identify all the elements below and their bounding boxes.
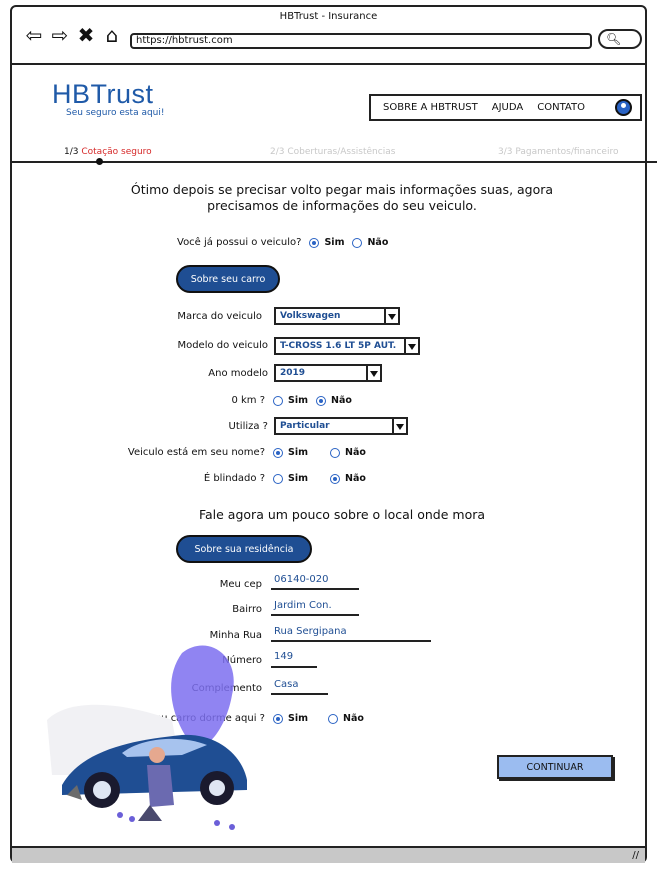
radio-icon	[328, 713, 338, 724]
about-car-button[interactable]: Sobre seu carro	[176, 265, 280, 293]
garage-no[interactable]: Não	[328, 713, 364, 724]
progress-line	[12, 161, 657, 163]
progress-marker	[96, 158, 103, 165]
nav-item-ajuda[interactable]: AJUDA	[492, 102, 523, 113]
x-icon[interactable]: ✖	[76, 25, 96, 45]
step-1: 1/3 Cotação seguro	[64, 147, 152, 157]
numero-input[interactable]: 149	[273, 651, 293, 662]
bairro-underline	[271, 614, 359, 616]
usage-value: Particular	[280, 421, 330, 431]
brand-tagline: Seu seguro esta aqui!	[66, 108, 165, 118]
right-arrow-icon[interactable]: ⇨	[50, 25, 70, 45]
brand-name: HBTrust	[52, 79, 154, 109]
zero-km-label: 0 km ?	[231, 395, 265, 406]
logo[interactable]: HBTrust Seu seguro esta aqui!	[52, 79, 165, 118]
in-name-label: Veiculo está em seu nome?	[127, 447, 265, 458]
own-vehicle-yes[interactable]: Sim	[309, 237, 344, 248]
window-title: HBTrust - Insurance	[279, 11, 378, 22]
cep-label: Meu cep	[219, 579, 262, 590]
radio-icon	[273, 447, 283, 458]
usage-select[interactable]: Particular	[274, 417, 408, 435]
chevron-down-icon	[404, 337, 418, 355]
car-model-label: Modelo do veiculo	[177, 340, 268, 351]
car-model-value: T-CROSS 1.6 LT 5P AUT.	[280, 341, 397, 351]
home-icon[interactable]: ⌂	[102, 25, 122, 45]
car-year-value: 2019	[280, 368, 306, 378]
car-illustration	[47, 645, 247, 830]
car-year-label: Ano modelo	[208, 368, 268, 379]
user-icon[interactable]	[615, 99, 632, 116]
radio-icon	[309, 237, 320, 248]
status-bar: //	[12, 846, 645, 863]
chevron-down-icon	[366, 364, 380, 382]
resize-handle-icon[interactable]: //	[632, 850, 639, 861]
step-3: 3/3 Pagamentos/financeiro	[498, 147, 619, 157]
step-1-label: Cotação seguro	[81, 147, 152, 157]
browser-window: HBTrust - Insurance ⇦ ⇨ ✖ ⌂ https://hbtr…	[10, 5, 657, 863]
search-icon: 🔍︎	[606, 32, 622, 46]
complemento-input[interactable]: Casa	[273, 679, 298, 690]
radio-label: Sim	[288, 713, 308, 724]
cep-input[interactable]: 06140-020	[273, 574, 329, 585]
rua-input[interactable]: Rua Sergipana	[273, 626, 347, 637]
zero-km-yes[interactable]: Sim	[273, 395, 308, 406]
radio-label: Não	[345, 447, 366, 458]
top-nav: SOBRE A HBTRUST AJUDA CONTATO	[369, 94, 642, 121]
radio-label: Não	[331, 395, 352, 406]
garage-yes[interactable]: Sim	[273, 713, 308, 724]
car-brand-value: Volkswagen	[280, 311, 341, 321]
bairro-label: Bairro	[232, 604, 262, 615]
zero-km-no[interactable]: Não	[316, 395, 352, 406]
in-name-yes[interactable]: Sim	[273, 447, 308, 458]
own-vehicle-row: Você já possui o veiculo? Sim Não	[177, 237, 388, 248]
continue-button[interactable]: CONTINUAR	[497, 755, 613, 779]
radio-label: Não	[345, 473, 366, 484]
cep-underline	[271, 588, 359, 590]
radio-icon	[316, 395, 326, 406]
nav-item-sobre[interactable]: SOBRE A HBTRUST	[383, 102, 478, 113]
step-2: 2/3 Coberturas/Assistências	[270, 147, 396, 157]
radio-icon	[273, 395, 283, 406]
search-button[interactable]: 🔍︎	[598, 29, 642, 49]
car-model-select[interactable]: T-CROSS 1.6 LT 5P AUT.	[274, 337, 420, 355]
radio-label: Sim	[324, 237, 345, 248]
step-1-number: 1/3	[64, 147, 79, 157]
radio-icon	[330, 447, 340, 458]
rua-underline	[271, 640, 431, 642]
car-brand-label: Marca do veiculo	[177, 311, 262, 322]
chevron-down-icon	[384, 307, 398, 325]
usage-label: Utiliza ?	[228, 421, 268, 432]
radio-icon	[330, 473, 340, 484]
radio-label: Sim	[288, 447, 308, 458]
own-vehicle-label: Você já possui o veiculo?	[177, 237, 302, 248]
radio-label: Sim	[288, 395, 308, 406]
car-year-select[interactable]: 2019	[274, 364, 382, 382]
in-name-row: Veiculo está em seu nome? Sim Não	[128, 447, 366, 458]
armored-yes[interactable]: Sim	[273, 473, 308, 484]
radio-label: Não	[367, 237, 389, 248]
numero-underline	[271, 666, 317, 668]
car-brand-select[interactable]: Volkswagen	[274, 307, 400, 325]
armored-row: É blindado ? Sim Não	[132, 473, 366, 484]
armored-label: É blindado ?	[203, 473, 265, 484]
browser-chrome: HBTrust - Insurance ⇦ ⇨ ✖ ⌂ https://hbtr…	[12, 7, 645, 65]
radio-label: Não	[343, 713, 364, 724]
own-vehicle-no[interactable]: Não	[352, 237, 388, 248]
chevron-down-icon	[392, 417, 406, 435]
radio-icon	[273, 473, 283, 484]
in-name-no[interactable]: Não	[330, 447, 366, 458]
intro-text: Ótimo depois se precisar volto pegar mai…	[130, 182, 554, 213]
radio-label: Sim	[288, 473, 308, 484]
bairro-input[interactable]: Jardim Con.	[273, 600, 332, 611]
complemento-underline	[271, 693, 328, 695]
left-arrow-icon[interactable]: ⇦	[24, 25, 44, 45]
residence-title: Fale agora um pouco sobre o local onde m…	[198, 507, 486, 522]
address-bar[interactable]: https://hbtrust.com	[130, 33, 592, 49]
radio-icon	[273, 713, 283, 724]
radio-icon	[352, 237, 363, 248]
armored-no[interactable]: Não	[330, 473, 366, 484]
zero-km-row: 0 km ? Sim Não	[132, 395, 352, 406]
nav-item-contato[interactable]: CONTATO	[537, 102, 585, 113]
about-residence-button[interactable]: Sobre sua residência	[176, 535, 312, 563]
